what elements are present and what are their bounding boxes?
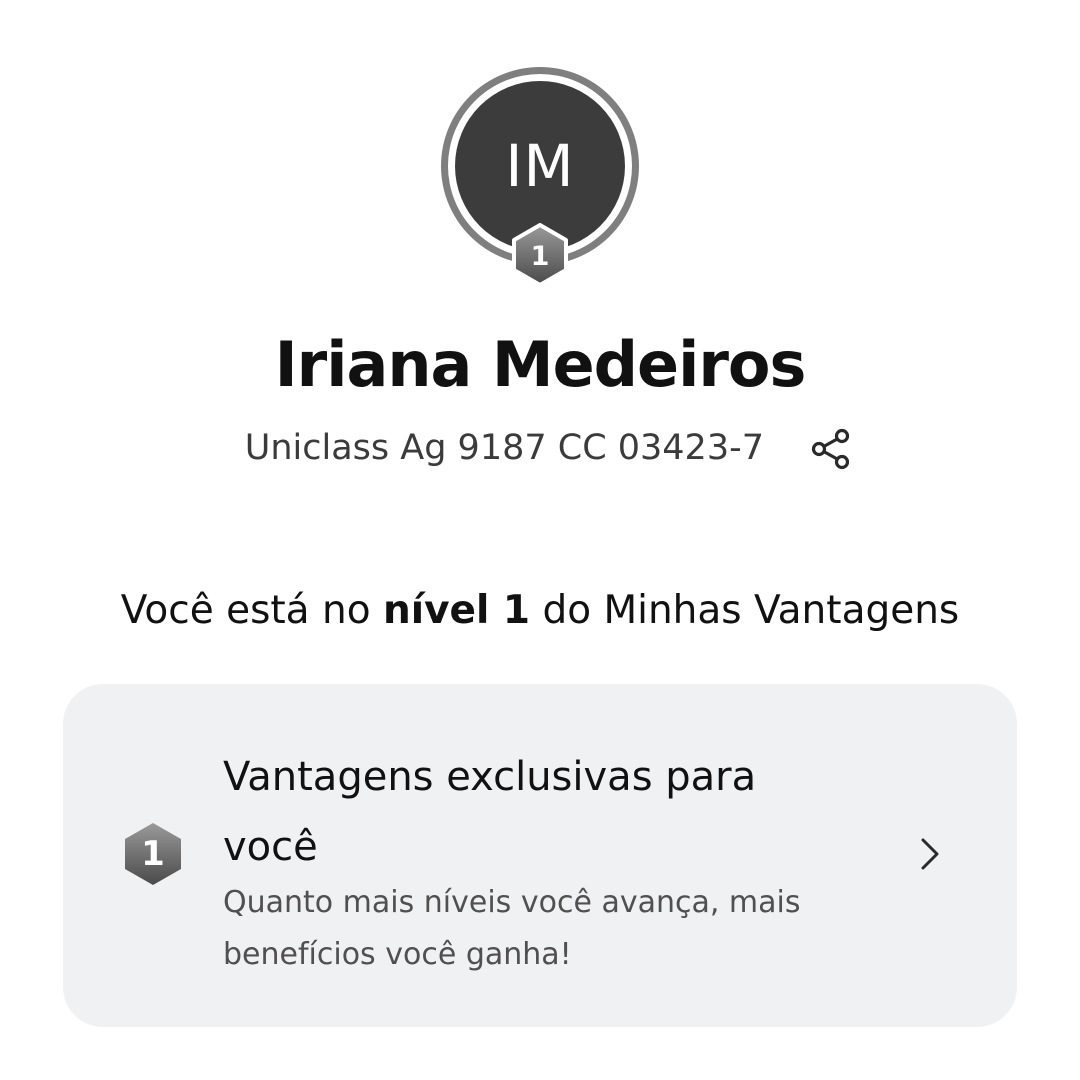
level-message: Você está no nível 1 do Minhas Vantagens [0,588,1080,633]
card-level-badge: 1 [124,822,182,886]
level-message-prefix: Você está no [120,588,383,633]
profile-page: IM 1 Iriana Medeiros Uniclass Ag 9187 CC… [0,0,1080,1080]
avatar: IM 1 [441,67,639,287]
account-info: Uniclass Ag 9187 CC 03423-7 [244,428,764,468]
card-level-badge-number: 1 [141,834,165,874]
user-name: Iriana Medeiros [274,328,807,401]
share-button[interactable] [806,424,856,474]
chevron-right-icon[interactable] [915,834,945,874]
level-badge: 1 [510,223,570,287]
account-row: Uniclass Ag 9187 CC 03423-7 [0,428,1080,474]
card-title: Vantagens exclusivas para você [223,754,757,870]
avatar-initials: IM [505,132,575,200]
card-subtitle: Quanto mais níveis você avança, mais ben… [223,885,801,972]
level-message-suffix: do Minhas Vantagens [530,588,960,633]
share-icon [811,428,850,470]
benefits-card[interactable]: 1 Vantagens exclusivas para você Quanto … [63,684,1017,1027]
level-message-level: nível 1 [382,588,531,633]
level-badge-number: 1 [530,240,550,272]
